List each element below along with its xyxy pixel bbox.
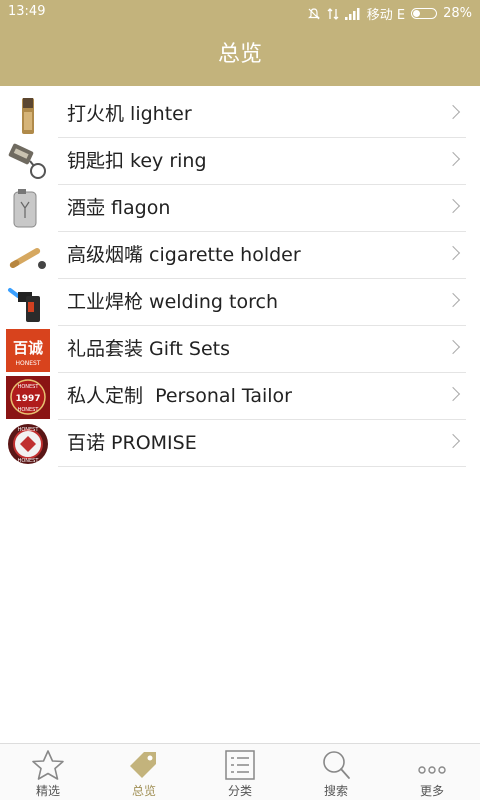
chevron-right-icon bbox=[445, 151, 461, 167]
lighter-thumbnail bbox=[22, 98, 34, 134]
page-title: 总览 bbox=[217, 42, 262, 67]
status-bar: 13:49 移动 E 28% bbox=[0, 0, 480, 24]
list-item-label: 工业焊枪 welding torch bbox=[67, 291, 278, 313]
flagon-thumbnail bbox=[13, 189, 37, 228]
search-icon bbox=[323, 751, 350, 779]
chevron-right-icon bbox=[445, 245, 461, 261]
tag-icon bbox=[130, 752, 156, 778]
welding-torch-thumbnail bbox=[8, 288, 40, 322]
tab-label: 总览 bbox=[131, 784, 156, 798]
list-item-key-ring[interactable]: 钥匙扣 key ring bbox=[0, 138, 480, 185]
svg-text:1997: 1997 bbox=[15, 394, 40, 404]
list-item-flagon[interactable]: 酒壶 flagon bbox=[0, 185, 480, 232]
list-item-gift-sets[interactable]: 百诚 HONEST 礼品套装 Gift Sets bbox=[0, 326, 480, 373]
divider bbox=[58, 466, 466, 467]
chevron-right-icon bbox=[445, 292, 461, 308]
battery-percent: 28% bbox=[443, 6, 472, 21]
signal-icon bbox=[344, 7, 360, 20]
tab-label: 精选 bbox=[35, 784, 60, 798]
mute-bell-icon bbox=[307, 7, 320, 19]
list-item-personal-tailor[interactable]: HONEST 1997 HONEST 私人定制 Personal Tailor bbox=[0, 373, 480, 420]
list-item-label: 打火机 lighter bbox=[67, 103, 192, 125]
list-icon bbox=[225, 750, 255, 780]
carrier-label: 移动 E bbox=[366, 8, 406, 23]
list-item-cigarette-holder[interactable]: 高级烟嘴 cigarette holder bbox=[0, 232, 480, 279]
tab-more[interactable]: 更多 bbox=[384, 744, 480, 800]
category-list: 打火机 lighter 钥匙扣 key ring 酒壶 flagon 高级烟嘴 … bbox=[0, 91, 480, 467]
chevron-right-icon bbox=[445, 104, 461, 120]
personal-tailor-badge: HONEST 1997 HONEST bbox=[6, 376, 50, 419]
svg-text:百诚: 百诚 bbox=[13, 339, 43, 357]
more-icon bbox=[418, 766, 446, 774]
gift-sets-logo: 百诚 HONEST bbox=[6, 329, 50, 372]
list-item-lighter[interactable]: 打火机 lighter bbox=[0, 91, 480, 138]
tab-category[interactable]: 分类 bbox=[192, 744, 288, 800]
data-transfer-icon bbox=[327, 7, 339, 20]
tab-featured[interactable]: 精选 bbox=[0, 744, 96, 800]
tab-label: 分类 bbox=[227, 784, 252, 798]
tab-overview[interactable]: 总览 bbox=[96, 744, 192, 800]
svg-text:HONEST: HONEST bbox=[18, 458, 40, 464]
tab-label: 更多 bbox=[419, 784, 444, 798]
chevron-right-icon bbox=[445, 198, 461, 214]
key-ring-thumbnail bbox=[8, 143, 46, 179]
list-item-welding-torch[interactable]: 工业焊枪 welding torch bbox=[0, 279, 480, 326]
svg-text:HONEST: HONEST bbox=[18, 407, 40, 413]
header: 总览 bbox=[0, 24, 480, 86]
svg-text:HONEST: HONEST bbox=[18, 384, 40, 390]
bottom-tab-bar: 精选 总览 分类 搜索 更多 bbox=[0, 743, 480, 800]
chevron-right-icon bbox=[445, 339, 461, 355]
list-item-label: 礼品套装 Gift Sets bbox=[67, 338, 230, 360]
chevron-right-icon bbox=[445, 433, 461, 449]
list-item-label: 酒壶 flagon bbox=[67, 197, 171, 219]
tab-label: 搜索 bbox=[323, 784, 348, 798]
chevron-right-icon bbox=[445, 386, 461, 402]
battery-icon bbox=[411, 8, 438, 19]
star-icon bbox=[32, 750, 64, 780]
status-time: 13:49 bbox=[8, 4, 46, 19]
list-item-promise[interactable]: HONEST HONEST 百诺 PROMISE bbox=[0, 420, 480, 467]
promise-badge: HONEST HONEST bbox=[8, 424, 48, 464]
cigarette-holder-thumbnail bbox=[9, 248, 46, 269]
list-item-label: 百诺 PROMISE bbox=[67, 432, 197, 454]
tab-search[interactable]: 搜索 bbox=[288, 744, 384, 800]
list-item-label: 高级烟嘴 cigarette holder bbox=[67, 244, 301, 266]
list-item-label: 私人定制 Personal Tailor bbox=[67, 385, 292, 407]
svg-text:HONEST: HONEST bbox=[16, 360, 41, 367]
list-item-label: 钥匙扣 key ring bbox=[67, 150, 207, 172]
status-icons: 移动 E 28% bbox=[307, 4, 472, 23]
svg-text:HONEST: HONEST bbox=[18, 427, 40, 433]
